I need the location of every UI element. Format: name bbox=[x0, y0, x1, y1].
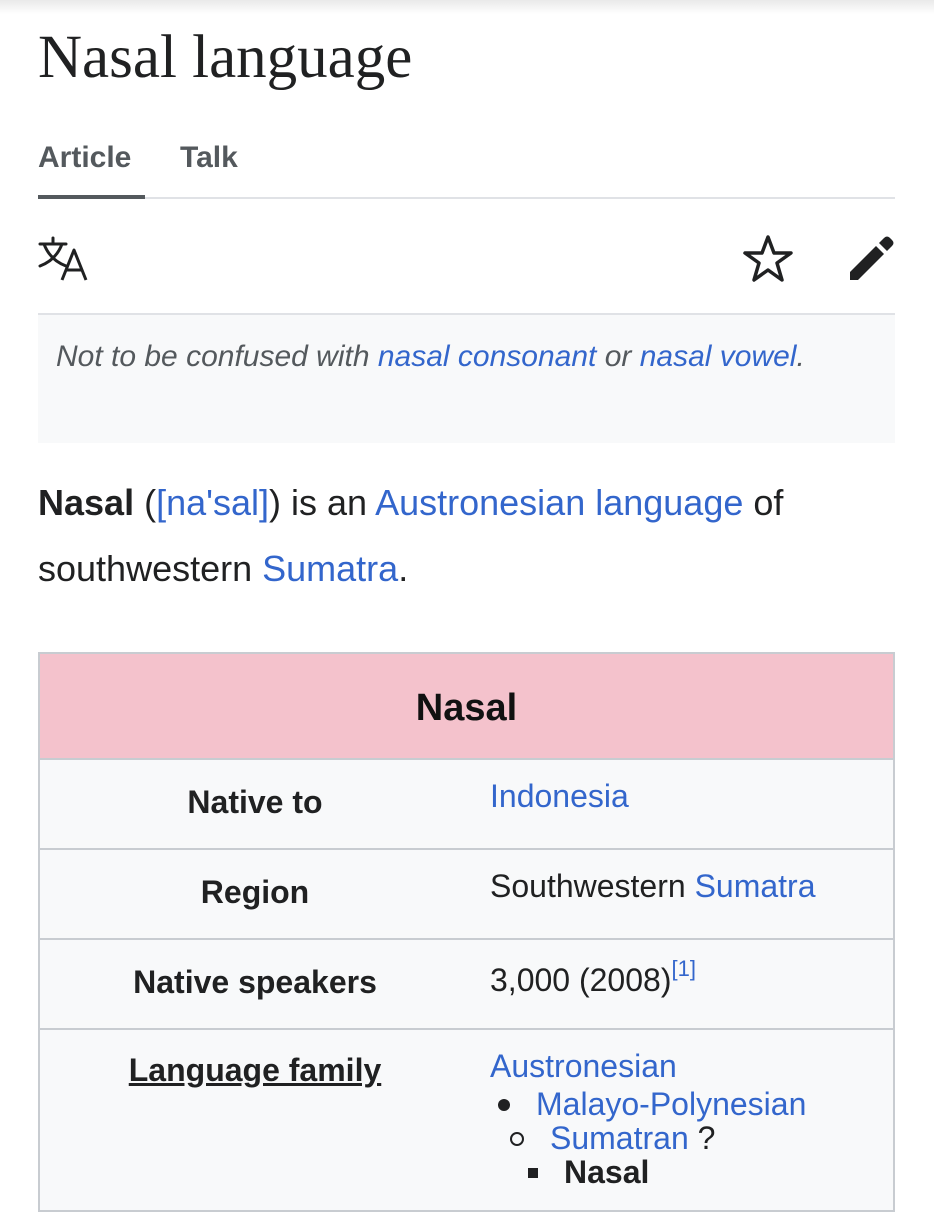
bullet-square-icon bbox=[528, 1167, 538, 1178]
tabs-divider bbox=[38, 197, 895, 199]
link-austronesian-language[interactable]: Austronesian language bbox=[375, 482, 743, 523]
infobox-title: Nasal bbox=[40, 654, 893, 760]
link-sumatran[interactable]: Sumatran bbox=[550, 1120, 689, 1156]
hatnote-suffix: . bbox=[796, 340, 805, 373]
bullet-circle-icon bbox=[510, 1131, 524, 1146]
link-nasal-consonant[interactable]: nasal consonant bbox=[378, 340, 597, 373]
infobox-label: Region bbox=[200, 874, 310, 910]
page-tabs: Article Talk bbox=[38, 0, 895, 200]
hatnote: Not to be confused with nasal consonant … bbox=[38, 313, 895, 443]
infobox-label: Native to bbox=[187, 784, 323, 820]
bullet-disc-icon bbox=[498, 1098, 510, 1111]
family-level-1: Malayo-Polynesian bbox=[498, 1086, 806, 1122]
lead-paragraph: Nasal ([na'sal]) is an Austronesian lang… bbox=[38, 470, 898, 602]
ipa-link[interactable]: [na'sal] bbox=[156, 482, 269, 523]
infobox-value: Indonesia bbox=[490, 778, 629, 815]
link-sumatra-region[interactable]: Sumatra bbox=[695, 868, 816, 904]
lead-end: . bbox=[398, 548, 409, 589]
link-nasal-vowel[interactable]: nasal vowel bbox=[640, 340, 797, 373]
infobox: Nasal Native to Indonesia Region Southwe… bbox=[38, 652, 895, 1212]
lead-open-paren: ( bbox=[134, 482, 157, 523]
infobox-value: Southwestern Sumatra bbox=[490, 868, 816, 905]
infobox-label: Language family bbox=[40, 1052, 470, 1089]
link-malayo-polynesian[interactable]: Malayo-Polynesian bbox=[536, 1086, 806, 1122]
star-icon[interactable] bbox=[742, 234, 794, 284]
lead-text-1: ) is an bbox=[269, 482, 376, 523]
pencil-icon[interactable] bbox=[846, 232, 898, 284]
link-language-family[interactable]: Language family bbox=[129, 1052, 382, 1088]
uncertain-marker: ? bbox=[688, 1120, 716, 1156]
tab-selected-indicator bbox=[38, 195, 145, 199]
infobox-label: Native speakers bbox=[133, 964, 377, 1000]
speakers-value: 3,000 (2008) bbox=[490, 962, 672, 998]
lead-term: Nasal bbox=[38, 482, 135, 523]
family-level-2: Sumatran ? bbox=[510, 1120, 715, 1156]
infobox-row-region: Region Southwestern Sumatra bbox=[40, 848, 893, 940]
family-current: Nasal bbox=[564, 1154, 650, 1190]
family-level-0: Austronesian bbox=[490, 1048, 677, 1084]
infobox-row-speakers: Native speakers 3,000 (2008)[1] bbox=[40, 938, 893, 1030]
tab-talk[interactable]: Talk bbox=[180, 139, 238, 177]
tab-article[interactable]: Article bbox=[38, 139, 131, 177]
hatnote-middle: or bbox=[596, 340, 640, 373]
translate-icon[interactable] bbox=[38, 236, 90, 282]
infobox-value: 3,000 (2008)[1] bbox=[490, 956, 696, 999]
infobox-row-native-to: Native to Indonesia bbox=[40, 758, 893, 850]
infobox-row-family: Language family Austronesian Malayo-Poly… bbox=[40, 1028, 893, 1218]
link-austronesian[interactable]: Austronesian bbox=[490, 1048, 677, 1084]
reference-link[interactable]: [1] bbox=[671, 956, 695, 981]
link-indonesia[interactable]: Indonesia bbox=[490, 778, 629, 814]
region-text: Southwestern bbox=[490, 868, 695, 904]
family-level-3: Nasal bbox=[528, 1154, 649, 1190]
hatnote-prefix: Not to be confused with bbox=[56, 340, 378, 373]
link-sumatra[interactable]: Sumatra bbox=[262, 548, 398, 589]
